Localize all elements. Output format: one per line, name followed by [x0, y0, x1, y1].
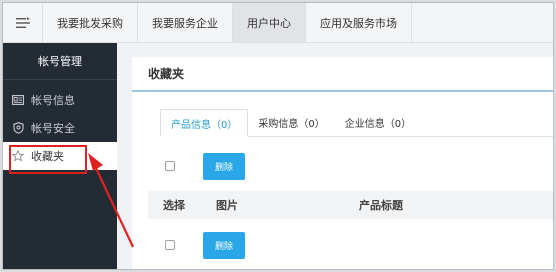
tab-purchase-info[interactable]: 采购信息（0）: [248, 109, 334, 136]
sidebar-title: 帐号管理: [3, 43, 117, 80]
column-header-image: 图片: [216, 199, 238, 212]
shield-icon: [11, 121, 25, 135]
nav-item-app-market[interactable]: 应用及服务市场: [306, 3, 412, 42]
annotation-highlight-box: [9, 145, 87, 174]
row-delete-button[interactable]: 删除: [203, 232, 245, 259]
nav-item-user-center[interactable]: 用户中心: [233, 3, 306, 42]
table-header: 选择 图片 产品标题: [148, 191, 553, 219]
select-all-checkbox[interactable]: [165, 161, 175, 171]
favorites-panel: 收藏夹 产品信息（0） 采购信息（0） 企业信息（0） 删除 选择 图片 产品标…: [132, 57, 553, 269]
page-title: 收藏夹: [132, 57, 553, 92]
nav-item-wholesale[interactable]: 我要批发采购: [43, 3, 138, 42]
top-nav-bar: 我要批发采购 我要服务企业 用户中心 应用及服务市场: [3, 3, 553, 43]
column-header-select: 选择: [163, 199, 185, 212]
sidebar-item-label: 帐号安全: [31, 122, 75, 135]
sidebar-item-account-info[interactable]: 帐号信息: [3, 86, 117, 114]
row-checkbox[interactable]: [165, 240, 175, 250]
tab-product-info[interactable]: 产品信息（0）: [160, 109, 249, 137]
column-header-product-title: 产品标题: [359, 199, 403, 212]
tab-company-info[interactable]: 企业信息（0）: [335, 109, 421, 136]
delete-button[interactable]: 删除: [203, 153, 245, 180]
id-card-icon: [11, 93, 25, 107]
app-window: 我要批发采购 我要服务企业 用户中心 应用及服务市场 帐号管理 帐号信息 帐号安…: [2, 2, 554, 270]
nav-item-service[interactable]: 我要服务企业: [138, 3, 233, 42]
menu-toggle-icon[interactable]: [3, 3, 43, 42]
favorites-tabs: 产品信息（0） 采购信息（0） 企业信息（0）: [160, 109, 553, 137]
sidebar-item-account-security[interactable]: 帐号安全: [3, 114, 117, 142]
sidebar-item-label: 帐号信息: [31, 94, 75, 107]
